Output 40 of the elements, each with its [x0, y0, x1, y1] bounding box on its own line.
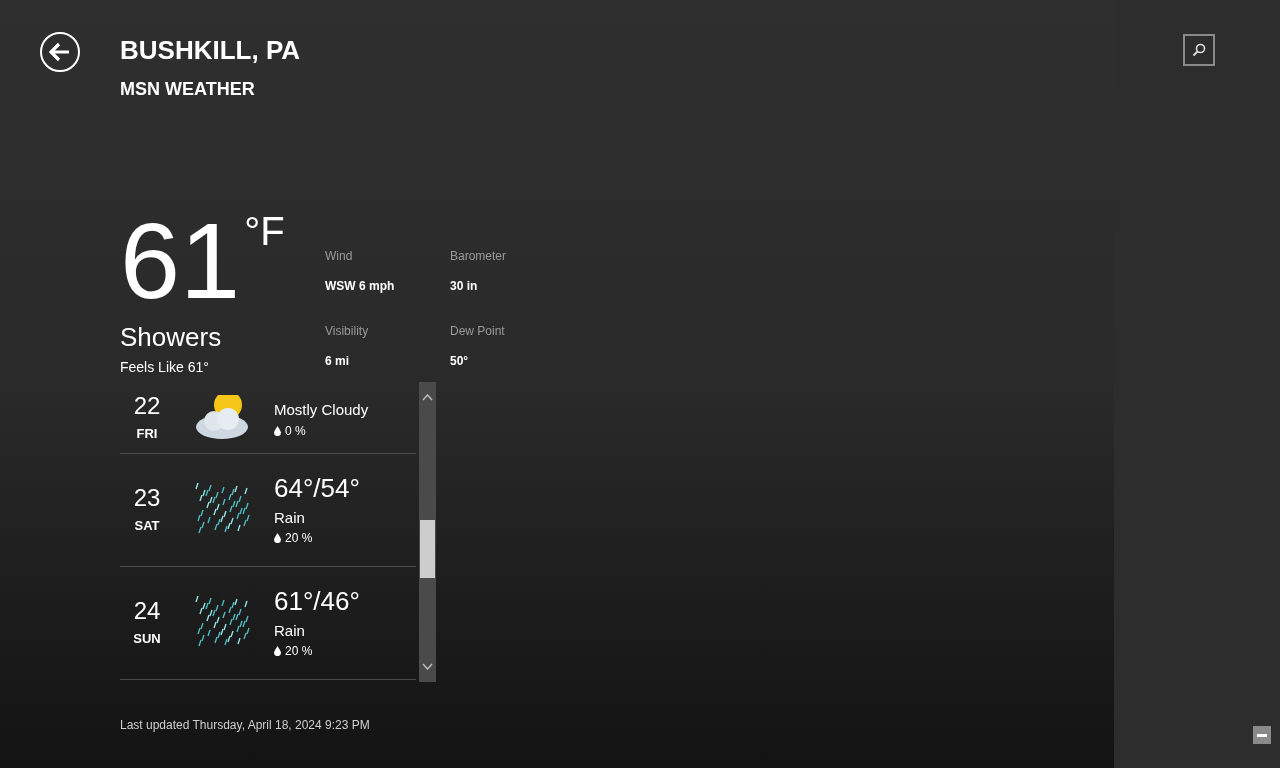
feels-like: Feels Like 61°	[120, 358, 210, 377]
detail-label: Dew Point	[450, 322, 506, 340]
back-button[interactable]	[40, 32, 80, 72]
day-number: 22	[133, 391, 161, 420]
precipitation-chance: 20 %	[285, 530, 313, 548]
current-condition: Showers	[120, 321, 223, 353]
forecast-condition: Rain	[274, 620, 306, 641]
search-button[interactable]	[1183, 34, 1215, 66]
day-number: 23	[133, 484, 161, 513]
scrollbar-thumb[interactable]	[420, 520, 435, 578]
back-arrow-icon	[49, 42, 71, 62]
search-icon	[1192, 43, 1206, 57]
day-number: 24	[133, 597, 161, 626]
forecast-condition: Mostly Cloudy	[274, 400, 369, 421]
detail-value: 6 mi	[325, 352, 350, 370]
drop-icon	[274, 425, 281, 436]
day-name: SAT	[134, 517, 160, 536]
drop-icon	[274, 646, 281, 657]
day-name: SUN	[133, 630, 161, 649]
detail-label: Wind	[325, 248, 354, 265]
temperature-range: 61°/46°	[274, 585, 360, 616]
detail-value: WSW 6 mph	[325, 278, 396, 295]
app-subtitle: MSN WEATHER	[120, 78, 256, 101]
detail-label: Barometer	[450, 248, 508, 265]
temperature-unit: °F	[244, 211, 285, 251]
minimize-button[interactable]	[1253, 726, 1271, 744]
minus-icon	[1257, 733, 1267, 737]
precipitation-chance: 20 %	[285, 643, 313, 661]
last-updated: Last updated Thursday, April 18, 2024 9:23 PM	[120, 717, 371, 734]
location-title: BUSHKILL, PA	[120, 34, 301, 67]
scrollbar[interactable]	[419, 382, 436, 682]
drop-icon	[274, 533, 281, 544]
day-name: FRI	[136, 424, 158, 443]
detail-value: 50°	[450, 352, 470, 370]
detail-value: 30 in	[450, 278, 479, 295]
detail-label: Visibility	[325, 322, 370, 340]
forecast-condition: Rain	[274, 507, 306, 528]
temperature-range: 64°/54°	[274, 472, 360, 503]
current-temperature: 61	[120, 211, 241, 311]
precipitation-chance: 0 %	[285, 422, 306, 440]
